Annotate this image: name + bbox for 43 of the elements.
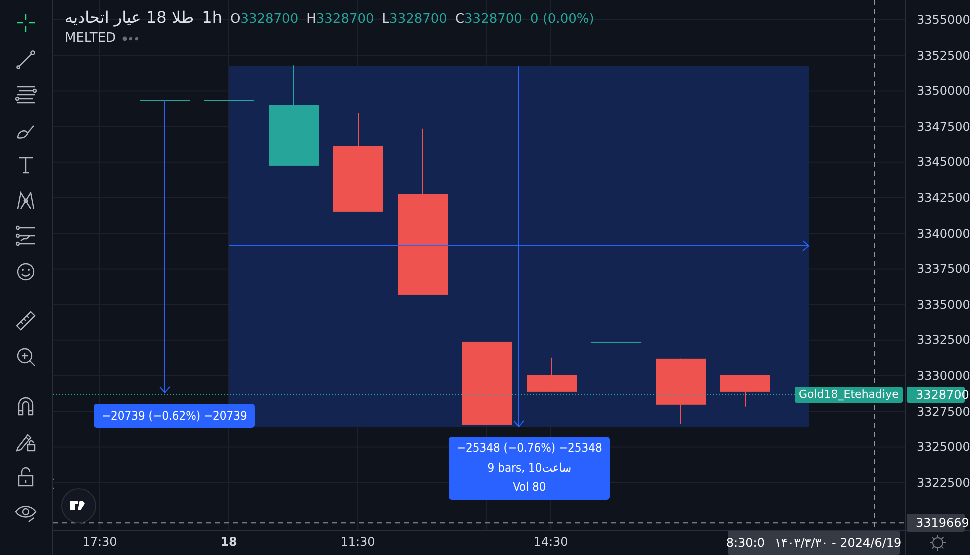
settings-icon[interactable]: [930, 535, 946, 551]
more-icon[interactable]: [122, 36, 140, 42]
candle: [656, 358, 706, 424]
candle: [527, 357, 577, 392]
logo-icon[interactable]: [61, 488, 97, 524]
price-tick: 3340000: [917, 226, 970, 242]
candle: [720, 374, 770, 408]
zoom-in-icon: [15, 346, 37, 368]
time-text: 8:30:0: [726, 536, 765, 550]
interval[interactable]: 1h: [202, 8, 222, 27]
time-tick: 17:30: [82, 535, 118, 549]
symbol-price-label: Gold18_Etehadiye: [795, 386, 903, 402]
price-tick: 3347500: [917, 118, 970, 135]
price-tick: 3322500: [917, 474, 970, 491]
price-change: 0 (0.00%): [530, 12, 594, 27]
indicator-name[interactable]: MELTED: [65, 31, 116, 46]
price-tick: 3337500: [917, 261, 970, 278]
price-tick: 3332500: [917, 332, 970, 348]
time-tick: 11:30: [340, 535, 376, 549]
ruler-icon: [15, 310, 37, 332]
pattern-icon: [15, 190, 37, 212]
ohlc-value: O3328700: [230, 12, 299, 27]
price-tick: 3330000: [917, 368, 970, 384]
time-tick: 18: [220, 535, 238, 549]
price-tick: 3352500: [917, 48, 970, 64]
trend-line-icon: [15, 48, 37, 70]
ohlc-value: H3328700: [306, 12, 374, 27]
price-tick: 3355000: [917, 12, 970, 28]
measure-label: −20739 (−0.62%) −20739: [94, 404, 256, 428]
price-tick: 3335000: [917, 296, 970, 313]
date-text: ۱۴۰۳/۳/۳۰ - 2024/6/19: [774, 536, 902, 550]
time-tick: 14:30: [534, 535, 568, 549]
forecast-icon: [15, 225, 37, 247]
symbol-name[interactable]: طلا 18 عیار اتحادیه: [65, 8, 194, 27]
smiley-icon: [15, 260, 37, 282]
ohlc-value: L3328700: [382, 12, 448, 27]
crosshair-icon: [15, 12, 37, 34]
price-tick: 3325000: [917, 439, 970, 456]
ohlc-value: C3328700: [455, 12, 522, 27]
price-tick: 3345000: [917, 154, 970, 170]
price-tick: 3342500: [917, 190, 970, 206]
price-tick: 3327500: [917, 404, 970, 420]
price-tick: 3350000: [917, 83, 970, 100]
